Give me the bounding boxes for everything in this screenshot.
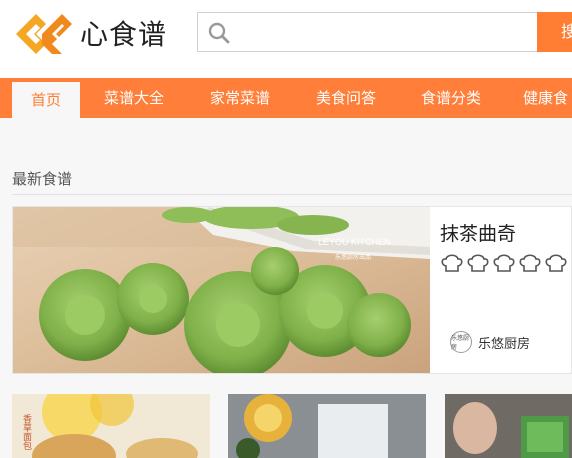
chef-hat-icon bbox=[493, 254, 515, 272]
section-title: 最新食谱 bbox=[12, 170, 73, 188]
nav-item-recipes[interactable]: 菜谱大全 bbox=[92, 78, 176, 118]
recipe-title[interactable]: 抹茶曲奇 bbox=[440, 219, 516, 246]
chef-hat-icon bbox=[545, 254, 567, 272]
search-input[interactable] bbox=[238, 17, 528, 47]
recipe-thumbnail[interactable] bbox=[445, 394, 572, 458]
nav-item-food-qa[interactable]: 美食问答 bbox=[304, 78, 388, 118]
recipe-thumbnail[interactable]: 香草面包 bbox=[12, 394, 210, 458]
nav-item-categories[interactable]: 食谱分类 bbox=[409, 78, 493, 118]
logo-icon bbox=[16, 14, 72, 54]
chef-hat-icon bbox=[467, 254, 489, 272]
header: 心食谱 搜 bbox=[0, 0, 572, 78]
thumbnail-label: 香草面包 bbox=[21, 414, 32, 450]
recipe-photo[interactable]: LEYOU KITCHEN 乐悠厨房出品 bbox=[13, 207, 430, 373]
chef-hat-icon bbox=[519, 254, 541, 272]
avatar: 乐悠厨房 bbox=[450, 331, 472, 353]
section-divider bbox=[12, 194, 572, 195]
nav-item-home[interactable]: 首页 bbox=[12, 82, 80, 118]
search-box bbox=[197, 12, 539, 52]
rating-stars bbox=[440, 253, 570, 275]
author-name: 乐悠厨房 bbox=[478, 336, 531, 352]
featured-recipe-card[interactable]: LEYOU KITCHEN 乐悠厨房出品 抹茶曲奇 乐悠厨房 乐悠厨房 bbox=[12, 206, 572, 374]
photo-watermark: LEYOU KITCHEN bbox=[318, 237, 391, 247]
search-icon bbox=[208, 22, 230, 44]
logo[interactable]: 心食谱 bbox=[12, 8, 167, 58]
photo-watermark-sub: 乐悠厨房出品 bbox=[335, 253, 371, 261]
chef-hat-icon bbox=[441, 254, 463, 272]
main-nav: 首页 菜谱大全 家常菜谱 美食问答 食谱分类 健康食 bbox=[0, 78, 572, 118]
author-link[interactable]: 乐悠厨房 乐悠厨房 bbox=[450, 331, 530, 353]
search-button[interactable]: 搜 bbox=[537, 12, 572, 52]
recipe-thumbnail[interactable] bbox=[228, 394, 426, 458]
nav-item-health[interactable]: 健康食 bbox=[515, 78, 572, 118]
nav-item-home-cooking[interactable]: 家常菜谱 bbox=[198, 78, 282, 118]
brand-name: 心食谱 bbox=[80, 18, 168, 51]
